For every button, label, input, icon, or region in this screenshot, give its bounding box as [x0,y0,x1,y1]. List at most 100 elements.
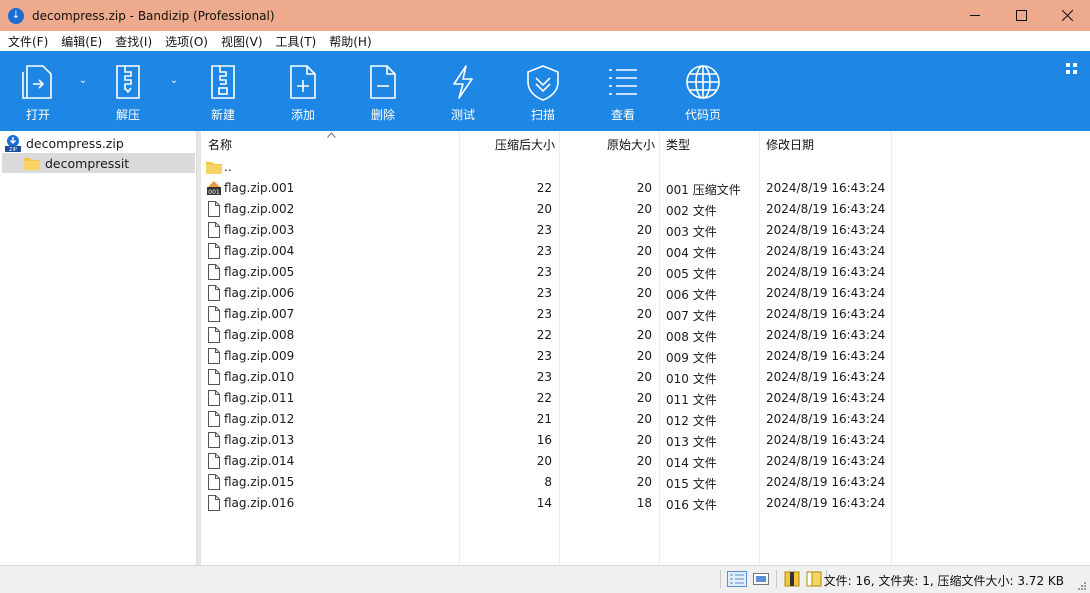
tree-root-archive[interactable]: ZIP decompress.zip [4,133,124,153]
column-header-name[interactable]: 名称 [208,136,232,153]
file-modified-date: 2024/8/19 16:43:24 [766,181,886,195]
file-row[interactable]: flag.zip.013 16 20 013 文件 2024/8/19 16:43:24 [201,430,901,451]
tree-folder-decompressit[interactable]: decompressit [2,153,195,173]
file-original-size: 20 [636,454,652,468]
file-row[interactable]: flag.zip.002 20 20 002 文件 2024/8/19 16:43:24 [201,199,901,220]
layout-grid-icon[interactable] [1066,63,1078,75]
file-original-size: 20 [636,433,652,447]
status-summary: 文件: 16, 文件夹: 1, 压缩文件大小: 3.72 KB [823,574,1064,588]
file-row[interactable]: flag.zip.008 22 20 008 文件 2024/8/19 16:43:24 [201,325,901,346]
file-name: flag.zip.011 [224,391,295,405]
file-modified-date: 2024/8/19 16:43:24 [766,370,886,384]
folder-pane-icon[interactable] [806,571,822,587]
svg-text:001: 001 [208,189,220,196]
view-button[interactable]: 查看 [588,51,658,131]
file-icon [208,222,220,238]
status-bar: 文件: 16, 文件夹: 1, 压缩文件大小: 3.72 KB [0,565,1090,593]
column-header-modified[interactable]: 修改日期 [766,136,814,153]
add-button[interactable]: 添加 [268,51,338,131]
file-type: 003 文件 [666,225,717,239]
file-name: flag.zip.015 [224,475,295,489]
extract-button[interactable]: 解压 [93,51,163,131]
file-row[interactable]: flag.zip.012 21 20 012 文件 2024/8/19 16:43:24 [201,409,901,430]
menu-find[interactable]: 查找(I) [107,33,157,50]
file-original-size: 20 [636,181,652,195]
archive-info-icon[interactable] [784,571,800,587]
file-type: 014 文件 [666,456,717,470]
file-modified-date: 2024/8/19 16:43:24 [766,475,886,489]
new-archive-label: 新建 [210,108,235,122]
file-name: flag.zip.010 [224,370,295,384]
file-compressed-size: 21 [536,412,552,426]
minimize-icon [969,15,980,16]
file-row[interactable]: flag.zip.010 23 20 010 文件 2024/8/19 16:43:24 [201,367,901,388]
file-compressed-size: 8 [544,475,552,489]
file-row[interactable]: flag.zip.003 23 20 003 文件 2024/8/19 16:43:24 [201,220,901,241]
menu-help[interactable]: 帮助(H) [321,33,376,50]
file-row[interactable]: flag.zip.015 8 20 015 文件 2024/8/19 16:43:24 [201,472,901,493]
menu-file[interactable]: 文件(F) [0,33,53,50]
file-modified-date: 2024/8/19 16:43:24 [766,349,886,363]
file-row[interactable]: flag.zip.014 20 20 014 文件 2024/8/19 16:43:24 [201,451,901,472]
file-compressed-size: 23 [536,223,552,237]
file-compressed-size: 23 [536,286,552,300]
file-row[interactable]: flag.zip.004 23 20 004 文件 2024/8/19 16:43:24 [201,241,901,262]
column-header-type[interactable]: 类型 [666,136,690,153]
file-name: flag.zip.005 [224,265,295,279]
details-view-icon[interactable] [727,571,747,587]
file-modified-date: 2024/8/19 16:43:24 [766,202,886,216]
thumbnail-view-icon[interactable] [753,571,769,587]
file-name: flag.zip.001 [224,181,295,195]
file-type: 007 文件 [666,309,717,323]
parent-folder-row[interactable]: .. [201,157,901,178]
menu-bar: 文件(F) 编辑(E) 查找(I) 选项(O) 视图(V) 工具(T) 帮助(H… [0,31,1090,51]
delete-file-icon [370,65,396,99]
add-label: 添加 [290,108,315,122]
scan-button[interactable]: 扫描 [508,51,578,131]
file-name: flag.zip.007 [224,307,295,321]
file-row[interactable]: flag.zip.016 14 18 016 文件 2024/8/19 16:43:24 [201,493,901,514]
file-name: flag.zip.002 [224,202,295,216]
extract-dropdown-arrow[interactable]: ⌄ [167,75,181,89]
codepage-button[interactable]: 代码页 [668,51,738,131]
file-type: 001 压缩文件 [666,183,741,197]
file-original-size: 20 [636,391,652,405]
open-button[interactable]: 打开 [3,51,73,131]
file-row[interactable]: flag.zip.007 23 20 007 文件 2024/8/19 16:43:24 [201,304,901,325]
file-row[interactable]: flag.zip.009 23 20 009 文件 2024/8/19 16:43:24 [201,346,901,367]
file-original-size: 20 [636,475,652,489]
close-button[interactable] [1044,0,1090,31]
bandizip-app-icon[interactable]: ↓ [8,7,24,24]
minimize-button[interactable] [952,0,998,31]
test-label: 测试 [450,108,475,122]
file-row[interactable]: flag.zip.006 23 20 006 文件 2024/8/19 16:43:24 [201,283,901,304]
file-icon [208,432,220,448]
new-archive-button[interactable]: 新建 [188,51,258,131]
window-title: decompress.zip - Bandizip (Professional) [32,8,275,23]
toolbar: 打开 ⌄ 解压 ⌄ 新建 添加 删除 测试 扫描 查看 代码页 [0,51,1090,131]
file-row[interactable]: 001 flag.zip.001 22 20 001 压缩文件 2024/8/19 16:… [201,178,901,199]
title-bar: ↓ decompress.zip - Bandizip (Professiona… [0,0,1090,31]
maximize-button[interactable] [998,0,1044,31]
file-original-size: 20 [636,412,652,426]
resize-grip-icon[interactable] [1076,580,1086,590]
menu-view[interactable]: 视图(V) [213,33,268,50]
menu-tools[interactable]: 工具(T) [268,33,322,50]
file-icon [208,474,220,490]
file-row[interactable]: flag.zip.005 23 20 005 文件 2024/8/19 16:43:24 [201,262,901,283]
file-modified-date: 2024/8/19 16:43:24 [766,391,886,405]
column-header-compressed[interactable]: 压缩后大小 [461,136,555,153]
file-compressed-size: 16 [536,433,552,447]
delete-button[interactable]: 删除 [348,51,418,131]
file-row[interactable]: flag.zip.011 22 20 011 文件 2024/8/19 16:43:24 [201,388,901,409]
close-icon [1061,10,1073,21]
file-name: flag.zip.012 [224,412,295,426]
file-modified-date: 2024/8/19 16:43:24 [766,265,886,279]
test-button[interactable]: 测试 [428,51,498,131]
open-dropdown-arrow[interactable]: ⌄ [76,75,90,89]
menu-edit[interactable]: 编辑(E) [53,33,107,50]
column-header-original[interactable]: 原始大小 [561,136,655,153]
file-original-size: 20 [636,244,652,258]
folder-icon [24,158,40,170]
menu-options[interactable]: 选项(O) [157,33,213,50]
